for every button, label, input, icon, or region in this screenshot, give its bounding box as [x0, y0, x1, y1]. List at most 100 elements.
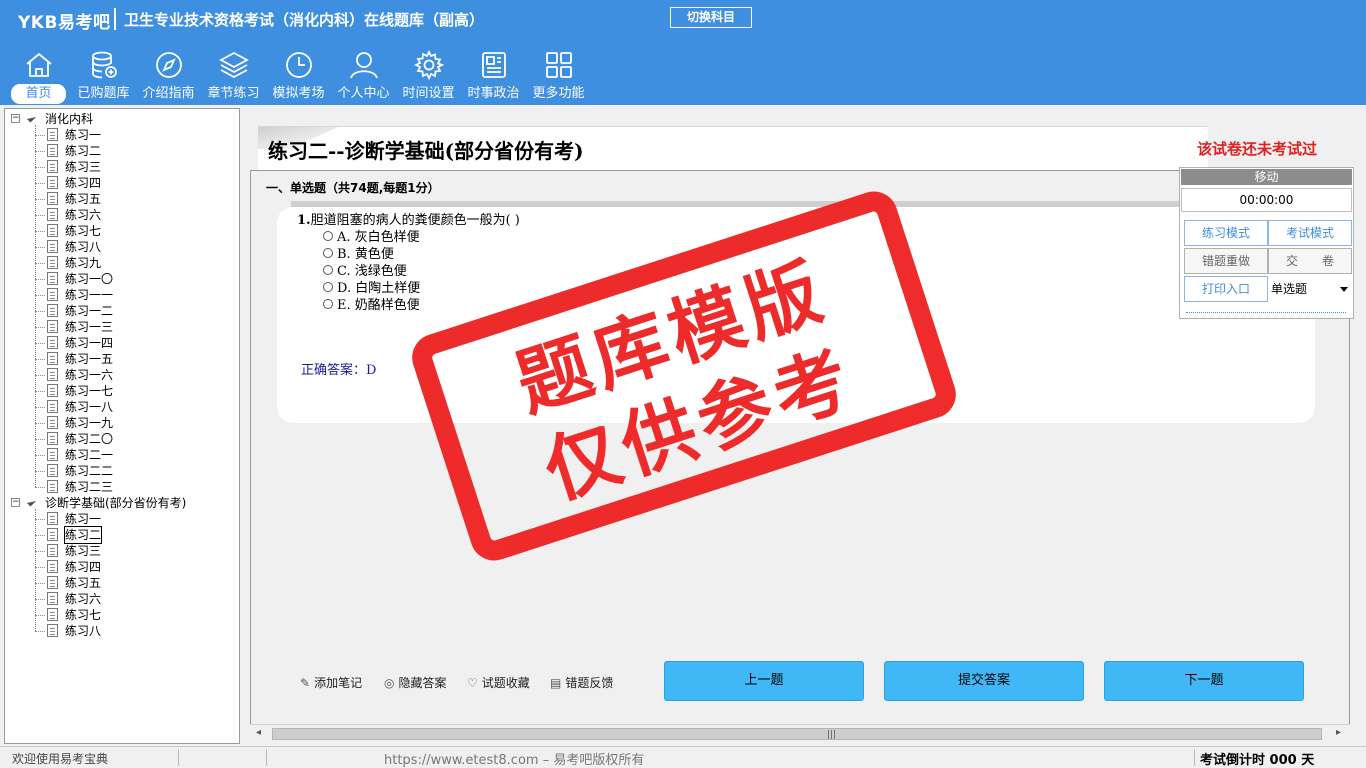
nav-personal-center[interactable]: 个人中心 — [331, 48, 396, 104]
radio-button[interactable] — [323, 230, 333, 241]
tree-item[interactable]: 练习一七 — [65, 383, 113, 399]
submit-paper-button[interactable]: 交 卷 — [1268, 248, 1352, 274]
tree-item[interactable]: 练习二 — [65, 143, 101, 159]
scroll-right-icon[interactable]: ▸ — [1336, 727, 1341, 738]
practice-mode-button[interactable]: 练习模式 — [1184, 220, 1268, 246]
tree-item[interactable]: 练习四 — [65, 175, 101, 191]
status-bar: 欢迎使用易考宝典 https://www.etest8.com – 易考吧版权所… — [0, 746, 1366, 768]
submit-answer-button[interactable]: 提交答案 — [884, 661, 1084, 701]
folder-arrow-icon — [26, 497, 37, 507]
tree-item[interactable]: 练习一八 — [65, 399, 113, 415]
title-bar: 练习二--诊断学基础(部分省份有考) — [258, 126, 1208, 172]
tree-collapse-icon[interactable]: − — [11, 498, 20, 507]
tree-item[interactable]: 练习八 — [65, 623, 101, 639]
tree-connector — [35, 439, 45, 440]
tree-connector — [35, 583, 45, 584]
tree-item[interactable]: 练习一六 — [65, 367, 113, 383]
prev-question-button[interactable]: 上一题 — [664, 661, 864, 701]
document-icon — [47, 624, 58, 637]
brand-divider — [114, 8, 116, 30]
document-icon — [47, 352, 58, 365]
tree-item[interactable]: 练习一九 — [65, 415, 113, 431]
scrollbar-thumb[interactable]: ||| — [272, 728, 1322, 740]
tree-item[interactable]: 练习七 — [65, 223, 101, 239]
tree-item[interactable]: 练习二三 — [65, 479, 113, 495]
tree-item[interactable]: 练习一 — [65, 127, 101, 143]
nav-mock-exam[interactable]: 模拟考场 — [266, 48, 331, 104]
tree-connector — [35, 327, 45, 328]
tree-item[interactable]: 练习三 — [65, 159, 101, 175]
radio-button[interactable] — [323, 264, 333, 275]
switch-subject-button[interactable]: 切换科目 — [670, 7, 752, 28]
tree-item[interactable]: 练习二二 — [65, 463, 113, 479]
database-icon — [87, 48, 121, 81]
favorite-question-link[interactable]: ♡ 试题收藏 — [467, 674, 530, 691]
radio-button[interactable] — [323, 298, 333, 309]
nav-home[interactable]: 首页 — [6, 48, 71, 104]
tree-item[interactable]: 练习五 — [65, 575, 101, 591]
tree-item[interactable]: 练习一五 — [65, 351, 113, 367]
report-error-link[interactable]: ▤ 错题反馈 — [550, 674, 613, 691]
nav-label: 首页 — [11, 84, 66, 104]
hide-answer-link[interactable]: ◎ 隐藏答案 — [384, 674, 447, 691]
tree-connector — [35, 295, 45, 296]
tree-group-label[interactable]: 消化内科 — [45, 111, 93, 127]
option-label: E. 奶酪样色便 — [337, 298, 420, 313]
nav-guide[interactable]: 介绍指南 — [136, 48, 201, 104]
tree-connector — [35, 631, 45, 632]
tree-item[interactable]: 练习四 — [65, 559, 101, 575]
tree-connector — [35, 391, 45, 392]
chapter-tree[interactable]: − 消化内科 练习一 练习二 练习三 练习四 练习五 练习六 练习七 练习八 练习九 练习一〇 练习一一… — [4, 108, 240, 744]
add-note-link[interactable]: ✎ 添加笔记 — [300, 674, 362, 691]
tree-connector — [35, 125, 36, 487]
tree-group-label[interactable]: 诊断学基础(部分省份有考) — [45, 495, 186, 511]
tool-label: 隐藏答案 — [398, 676, 447, 690]
nav-label: 介绍指南 — [142, 86, 195, 101]
heart-icon: ♡ — [467, 675, 478, 690]
nav-current-affairs[interactable]: 时事政治 — [461, 48, 526, 104]
tree-item[interactable]: 练习九 — [65, 255, 101, 271]
tree-item[interactable]: 练习一〇 — [65, 271, 113, 287]
document-icon — [47, 464, 58, 477]
nav-more-features[interactable]: 更多功能 — [526, 48, 591, 104]
exam-control-panel: 移动 00:00:00 练习模式 考试模式 错题重做 交 卷 打印入口 单选题 — [1179, 167, 1354, 319]
tree-item[interactable]: 练习二 — [63, 526, 103, 544]
tree-item[interactable]: 练习六 — [65, 591, 101, 607]
tree-item[interactable]: 练习六 — [65, 207, 101, 223]
tree-item[interactable]: 练习一四 — [65, 335, 113, 351]
option-e[interactable]: E. 奶酪样色便 — [323, 294, 420, 313]
tree-connector — [35, 375, 45, 376]
tree-item[interactable]: 练习五 — [65, 191, 101, 207]
document-icon — [47, 576, 58, 589]
tree-item[interactable]: 练习一三 — [65, 319, 113, 335]
next-question-button[interactable]: 下一题 — [1104, 661, 1304, 701]
document-icon — [47, 304, 58, 317]
nav-chapter-practice[interactable]: 章节练习 — [201, 48, 266, 104]
document-icon — [47, 272, 58, 285]
print-button[interactable]: 打印入口 — [1184, 276, 1268, 302]
tree-item[interactable]: 练习一一 — [65, 287, 113, 303]
tree-connector — [35, 183, 45, 184]
exam-mode-button[interactable]: 考试模式 — [1268, 220, 1352, 246]
redo-wrong-button[interactable]: 错题重做 — [1184, 248, 1268, 274]
panel-drag-handle[interactable]: 移动 — [1181, 169, 1352, 185]
radio-button[interactable] — [323, 281, 333, 292]
tree-collapse-icon[interactable]: − — [11, 114, 20, 123]
tree-item[interactable]: 练习一 — [65, 511, 101, 527]
tree-item[interactable]: 练习二〇 — [65, 431, 113, 447]
nav-purchased[interactable]: 已购题库 — [71, 48, 136, 104]
tree-item[interactable]: 练习一二 — [65, 303, 113, 319]
tree-item[interactable]: 练习八 — [65, 239, 101, 255]
question-type-select[interactable]: 单选题 — [1268, 276, 1352, 302]
nav-time-settings[interactable]: 时间设置 — [396, 48, 461, 104]
horizontal-scrollbar[interactable]: ◂ ||| ▸ — [250, 724, 1350, 742]
scroll-left-icon[interactable]: ◂ — [256, 727, 261, 738]
radio-button[interactable] — [323, 247, 333, 258]
tree-item[interactable]: 练习七 — [65, 607, 101, 623]
tool-label: 错题反馈 — [565, 676, 614, 690]
tree-item[interactable]: 练习二一 — [65, 447, 113, 463]
news-icon — [477, 48, 511, 81]
tree-item[interactable]: 练习三 — [65, 543, 101, 559]
nav-label: 已购题库 — [77, 86, 130, 101]
tree-connector — [35, 215, 45, 216]
